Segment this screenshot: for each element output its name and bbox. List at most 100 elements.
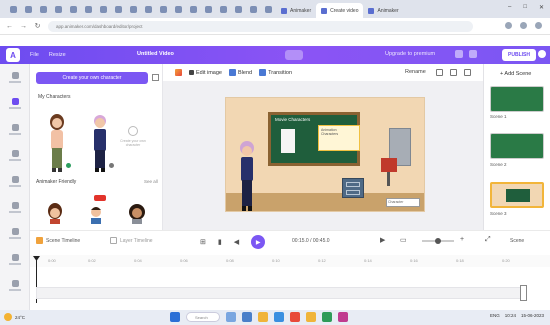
split-icon[interactable]: ⊞ <box>200 238 206 246</box>
scene-character[interactable] <box>234 140 260 212</box>
start-icon[interactable] <box>170 312 180 322</box>
pinned-tab[interactable] <box>246 2 261 16</box>
minimize-button[interactable]: – <box>508 4 511 11</box>
transition-button[interactable]: Transition <box>259 69 292 76</box>
create-character-button[interactable]: Create your own character <box>36 72 148 84</box>
browser-tab[interactable]: Animaker <box>276 3 316 18</box>
files-icon[interactable] <box>242 312 252 322</box>
pinned-tab[interactable] <box>141 2 156 16</box>
scene-canvas[interactable]: Movie Characters Animation Characters Ch… <box>225 97 425 212</box>
pinned-tab[interactable] <box>81 2 96 16</box>
pinned-tab[interactable] <box>126 2 141 16</box>
url-field[interactable]: app.animaker.com/dashboard/editor/projec… <box>48 20 473 32</box>
rename-button[interactable]: Rename <box>405 69 426 75</box>
scene-thumbnail-selected[interactable] <box>490 182 544 208</box>
create-character-placeholder[interactable]: Create your own character <box>118 126 148 152</box>
scene-thumbnail[interactable] <box>490 133 544 159</box>
blend-button[interactable]: Blend <box>229 69 252 76</box>
edit-image-button[interactable]: Edit image <box>189 70 222 76</box>
rail-item-text[interactable] <box>0 168 30 194</box>
profile-icon[interactable] <box>535 22 542 29</box>
rail-item-characters[interactable] <box>0 90 30 116</box>
avatar-thumb[interactable] <box>88 202 104 224</box>
undo-icon[interactable] <box>436 69 443 76</box>
pinned-tab[interactable] <box>261 2 276 16</box>
rail-item-upload[interactable] <box>0 246 30 272</box>
upgrade-link[interactable]: Upgrade to premium <box>385 51 435 57</box>
pinned-tab[interactable] <box>216 2 231 16</box>
clock-time[interactable]: 10:24 <box>505 313 516 318</box>
rail-item-music[interactable] <box>0 194 30 220</box>
avatar-thumb[interactable] <box>47 202 63 224</box>
chair-prop[interactable] <box>381 158 397 188</box>
edge-icon[interactable] <box>274 312 284 322</box>
pinned-tab[interactable] <box>96 2 111 16</box>
rail-item-bg[interactable] <box>0 142 30 168</box>
close-button[interactable]: ✕ <box>539 4 544 11</box>
project-title[interactable]: Untitled Video <box>137 51 174 57</box>
pinned-tab[interactable] <box>201 2 216 16</box>
pinned-tab[interactable] <box>171 2 186 16</box>
layer-timeline-tab[interactable]: Layer Timeline <box>110 237 153 244</box>
next-icon[interactable]: ▶ <box>380 236 385 244</box>
scene-timeline-tab[interactable]: Scene Timeline <box>36 237 80 244</box>
redo-icon[interactable] <box>450 69 457 76</box>
character-tag[interactable]: Character <box>386 198 420 207</box>
file-menu[interactable]: File <box>30 52 39 58</box>
cabinet-prop[interactable] <box>342 178 364 198</box>
folder-icon[interactable] <box>258 312 268 322</box>
rail-item-templates[interactable] <box>0 64 30 90</box>
pinned-tab[interactable] <box>36 2 51 16</box>
taskbar-search[interactable]: Search <box>186 312 220 322</box>
browser-tab-active[interactable]: Create video <box>316 3 364 18</box>
rail-item-effects[interactable] <box>0 220 30 246</box>
caption-icon[interactable]: ▭ <box>400 236 407 244</box>
fullscreen-icon[interactable]: ⤢ <box>485 236 491 244</box>
timeline-track[interactable] <box>36 287 522 299</box>
rail-item-properties[interactable] <box>0 116 30 142</box>
app-icon[interactable] <box>338 312 348 322</box>
weather-widget[interactable]: 24°C <box>4 313 25 321</box>
avatar[interactable] <box>538 50 546 58</box>
zoom-in-icon[interactable]: + <box>460 236 464 243</box>
chrome-icon[interactable] <box>306 312 316 322</box>
extension-icon[interactable] <box>520 22 527 29</box>
track-end-handle[interactable] <box>520 285 527 301</box>
grid-view-icon[interactable] <box>152 74 159 81</box>
pinned-tab[interactable] <box>156 2 171 16</box>
chalkboard[interactable]: Movie Characters Animation Characters <box>268 112 360 166</box>
app-icon[interactable] <box>322 312 332 322</box>
forward-icon[interactable]: → <box>20 23 27 30</box>
magic-icon[interactable] <box>175 69 182 76</box>
maximize-button[interactable]: □ <box>523 4 527 11</box>
prev-icon[interactable]: ◀ <box>234 238 239 246</box>
timeline-scope[interactable]: Scene <box>510 238 524 244</box>
pinned-tab[interactable] <box>51 2 66 16</box>
timeline-ruler[interactable]: 0:00 0:02 0:04 0:06 0:08 0:10 0:12 0:14 … <box>30 255 550 267</box>
pinned-tab[interactable] <box>66 2 81 16</box>
pinned-tab[interactable] <box>111 2 126 16</box>
extension-icon[interactable] <box>505 22 512 29</box>
share-icon[interactable] <box>455 50 463 58</box>
publish-button[interactable]: PUBLISH <box>502 49 536 61</box>
pinned-tab[interactable] <box>186 2 201 16</box>
download-icon[interactable] <box>469 50 477 58</box>
app-icon[interactable] <box>290 312 300 322</box>
avatar-thumb[interactable] <box>128 202 146 224</box>
back-icon[interactable]: ← <box>6 23 13 30</box>
widgets-icon[interactable] <box>226 312 236 322</box>
pinned-tab[interactable] <box>231 2 246 16</box>
clock-date[interactable]: 15-06-2023 <box>521 313 544 318</box>
preview-toggle[interactable] <box>285 50 303 60</box>
add-scene-button[interactable]: + Add Scene <box>500 71 531 77</box>
pinned-tab[interactable] <box>21 2 36 16</box>
marker-icon[interactable]: ▮ <box>218 238 222 246</box>
lang-indicator[interactable]: ENG <box>490 313 500 318</box>
delete-icon[interactable] <box>464 69 471 76</box>
resize-menu[interactable]: Resize <box>49 52 66 58</box>
reload-icon[interactable]: ↻ <box>34 22 41 30</box>
browser-tab[interactable]: Animaker <box>363 3 403 18</box>
zoom-handle[interactable] <box>435 238 441 244</box>
scene-thumbnail[interactable] <box>490 86 544 112</box>
play-button[interactable]: ▶ <box>251 235 266 249</box>
